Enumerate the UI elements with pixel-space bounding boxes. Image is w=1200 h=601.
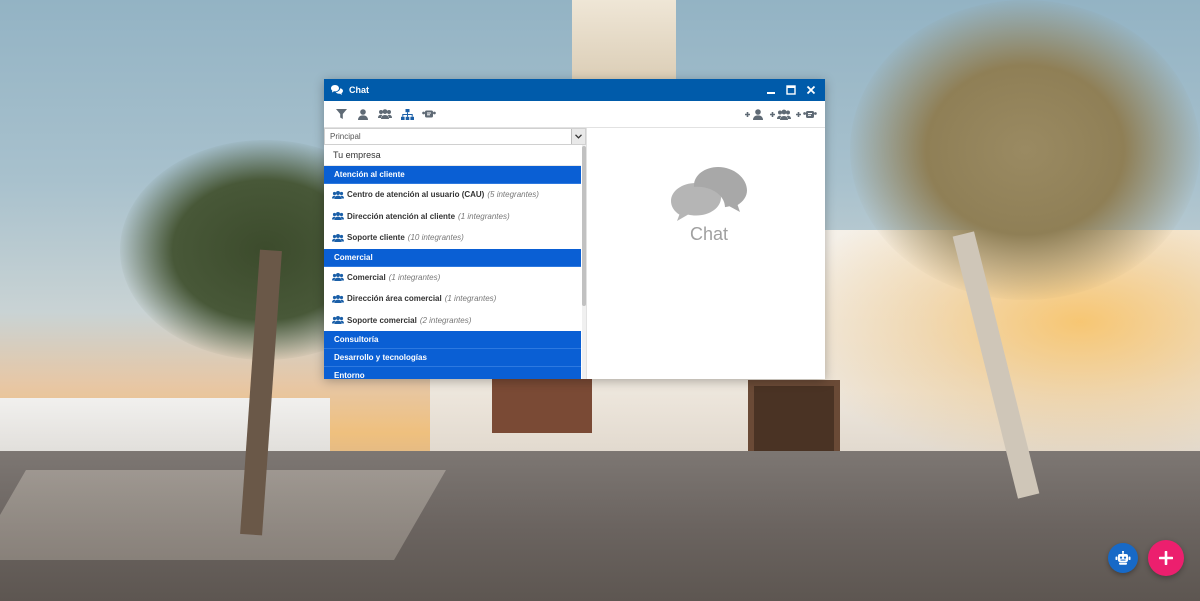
team-icon — [332, 233, 346, 242]
team-icon — [332, 273, 346, 282]
team-member-count: (10 integrantes) — [407, 233, 464, 243]
chat-toolbar — [324, 101, 825, 128]
team-name: Soporte cliente — [347, 233, 405, 243]
chat-bubbles-large-icon — [671, 167, 747, 221]
background-tree-crown — [850, 0, 1200, 300]
team-name: Dirección área comercial — [347, 294, 442, 304]
team-item[interactable]: Soporte comercial (2 integrantes) — [324, 310, 581, 332]
company-item[interactable]: Tu empresa — [324, 145, 581, 166]
chat-bubbles-icon — [331, 85, 345, 95]
add-group-icon[interactable] — [794, 103, 820, 125]
team-name: Dirección atención al cliente — [347, 211, 456, 221]
team-member-count: (2 integrantes) — [419, 315, 472, 325]
team-member-count: (1 integrantes) — [458, 211, 510, 221]
window-controls — [761, 80, 821, 100]
section-header-consultoria[interactable]: Consultoría — [324, 331, 581, 349]
team-name: Soporte comercial — [347, 315, 417, 325]
team-item[interactable]: Dirección área comercial (1 integrantes) — [324, 288, 581, 310]
empty-chat-label: Chat — [689, 224, 729, 244]
view-tools — [330, 103, 440, 125]
team-item[interactable]: Comercial (1 integrantes) — [324, 267, 581, 289]
conversation-pane: Chat — [586, 128, 825, 379]
directory-select-value: Principal — [330, 132, 361, 141]
section-header-entorno[interactable]: Entorno — [324, 367, 581, 379]
team-member-count: (1 integrantes) — [444, 294, 497, 304]
users-icon[interactable] — [374, 103, 396, 125]
directory-list: Tu empresa Atención al cliente Centro de… — [324, 145, 586, 379]
maximize-icon[interactable] — [781, 80, 801, 100]
team-name: Centro de atención al usuario (CAU) — [347, 190, 485, 200]
user-icon[interactable] — [352, 103, 374, 125]
team-name: Comercial — [347, 272, 386, 282]
chevron-down-icon[interactable] — [571, 129, 585, 144]
section-header-desarrollo[interactable]: Desarrollo y tecnologías — [324, 349, 581, 367]
filter-icon[interactable] — [330, 103, 352, 125]
team-icon — [332, 212, 346, 221]
team-icon — [332, 316, 346, 325]
section-header-comercial[interactable]: Comercial — [324, 248, 581, 267]
directory-pane: Principal Tu empresa Atención al cliente… — [324, 128, 586, 379]
team-icon — [332, 190, 346, 199]
team-item[interactable]: Dirección atención al cliente (1 integra… — [324, 206, 581, 228]
add-user-icon[interactable] — [742, 103, 768, 125]
robot-icon — [1115, 551, 1131, 565]
add-button[interactable] — [1148, 540, 1184, 576]
background-path — [0, 470, 446, 560]
section-header-atencion-cliente[interactable]: Atención al cliente — [324, 166, 581, 184]
team-member-count: (5 integrantes) — [487, 190, 539, 200]
chatbot-button[interactable] — [1108, 543, 1138, 573]
minimize-icon[interactable] — [761, 80, 781, 100]
chat-window-title: Chat — [349, 85, 369, 95]
group-chat-icon[interactable] — [418, 103, 440, 125]
plus-icon — [1159, 551, 1173, 565]
background-stone-wall — [492, 378, 592, 433]
close-icon[interactable] — [801, 80, 821, 100]
chat-titlebar[interactable]: Chat — [324, 79, 825, 101]
empty-chat-placeholder: Chat — [669, 165, 749, 245]
team-member-count: (1 integrantes) — [388, 272, 441, 282]
background-bell-tower — [572, 0, 676, 90]
add-users-icon[interactable] — [768, 103, 794, 125]
team-item[interactable]: Centro de atención al usuario (CAU) (5 i… — [324, 184, 581, 206]
chat-window: Chat Principal Tu empresa Atención al cl… — [324, 79, 825, 379]
team-icon — [332, 294, 346, 303]
org-chart-icon[interactable] — [396, 103, 418, 125]
directory-select[interactable]: Principal — [324, 128, 586, 145]
team-item[interactable]: Soporte cliente (10 integrantes) — [324, 227, 581, 249]
add-tools — [742, 103, 820, 125]
